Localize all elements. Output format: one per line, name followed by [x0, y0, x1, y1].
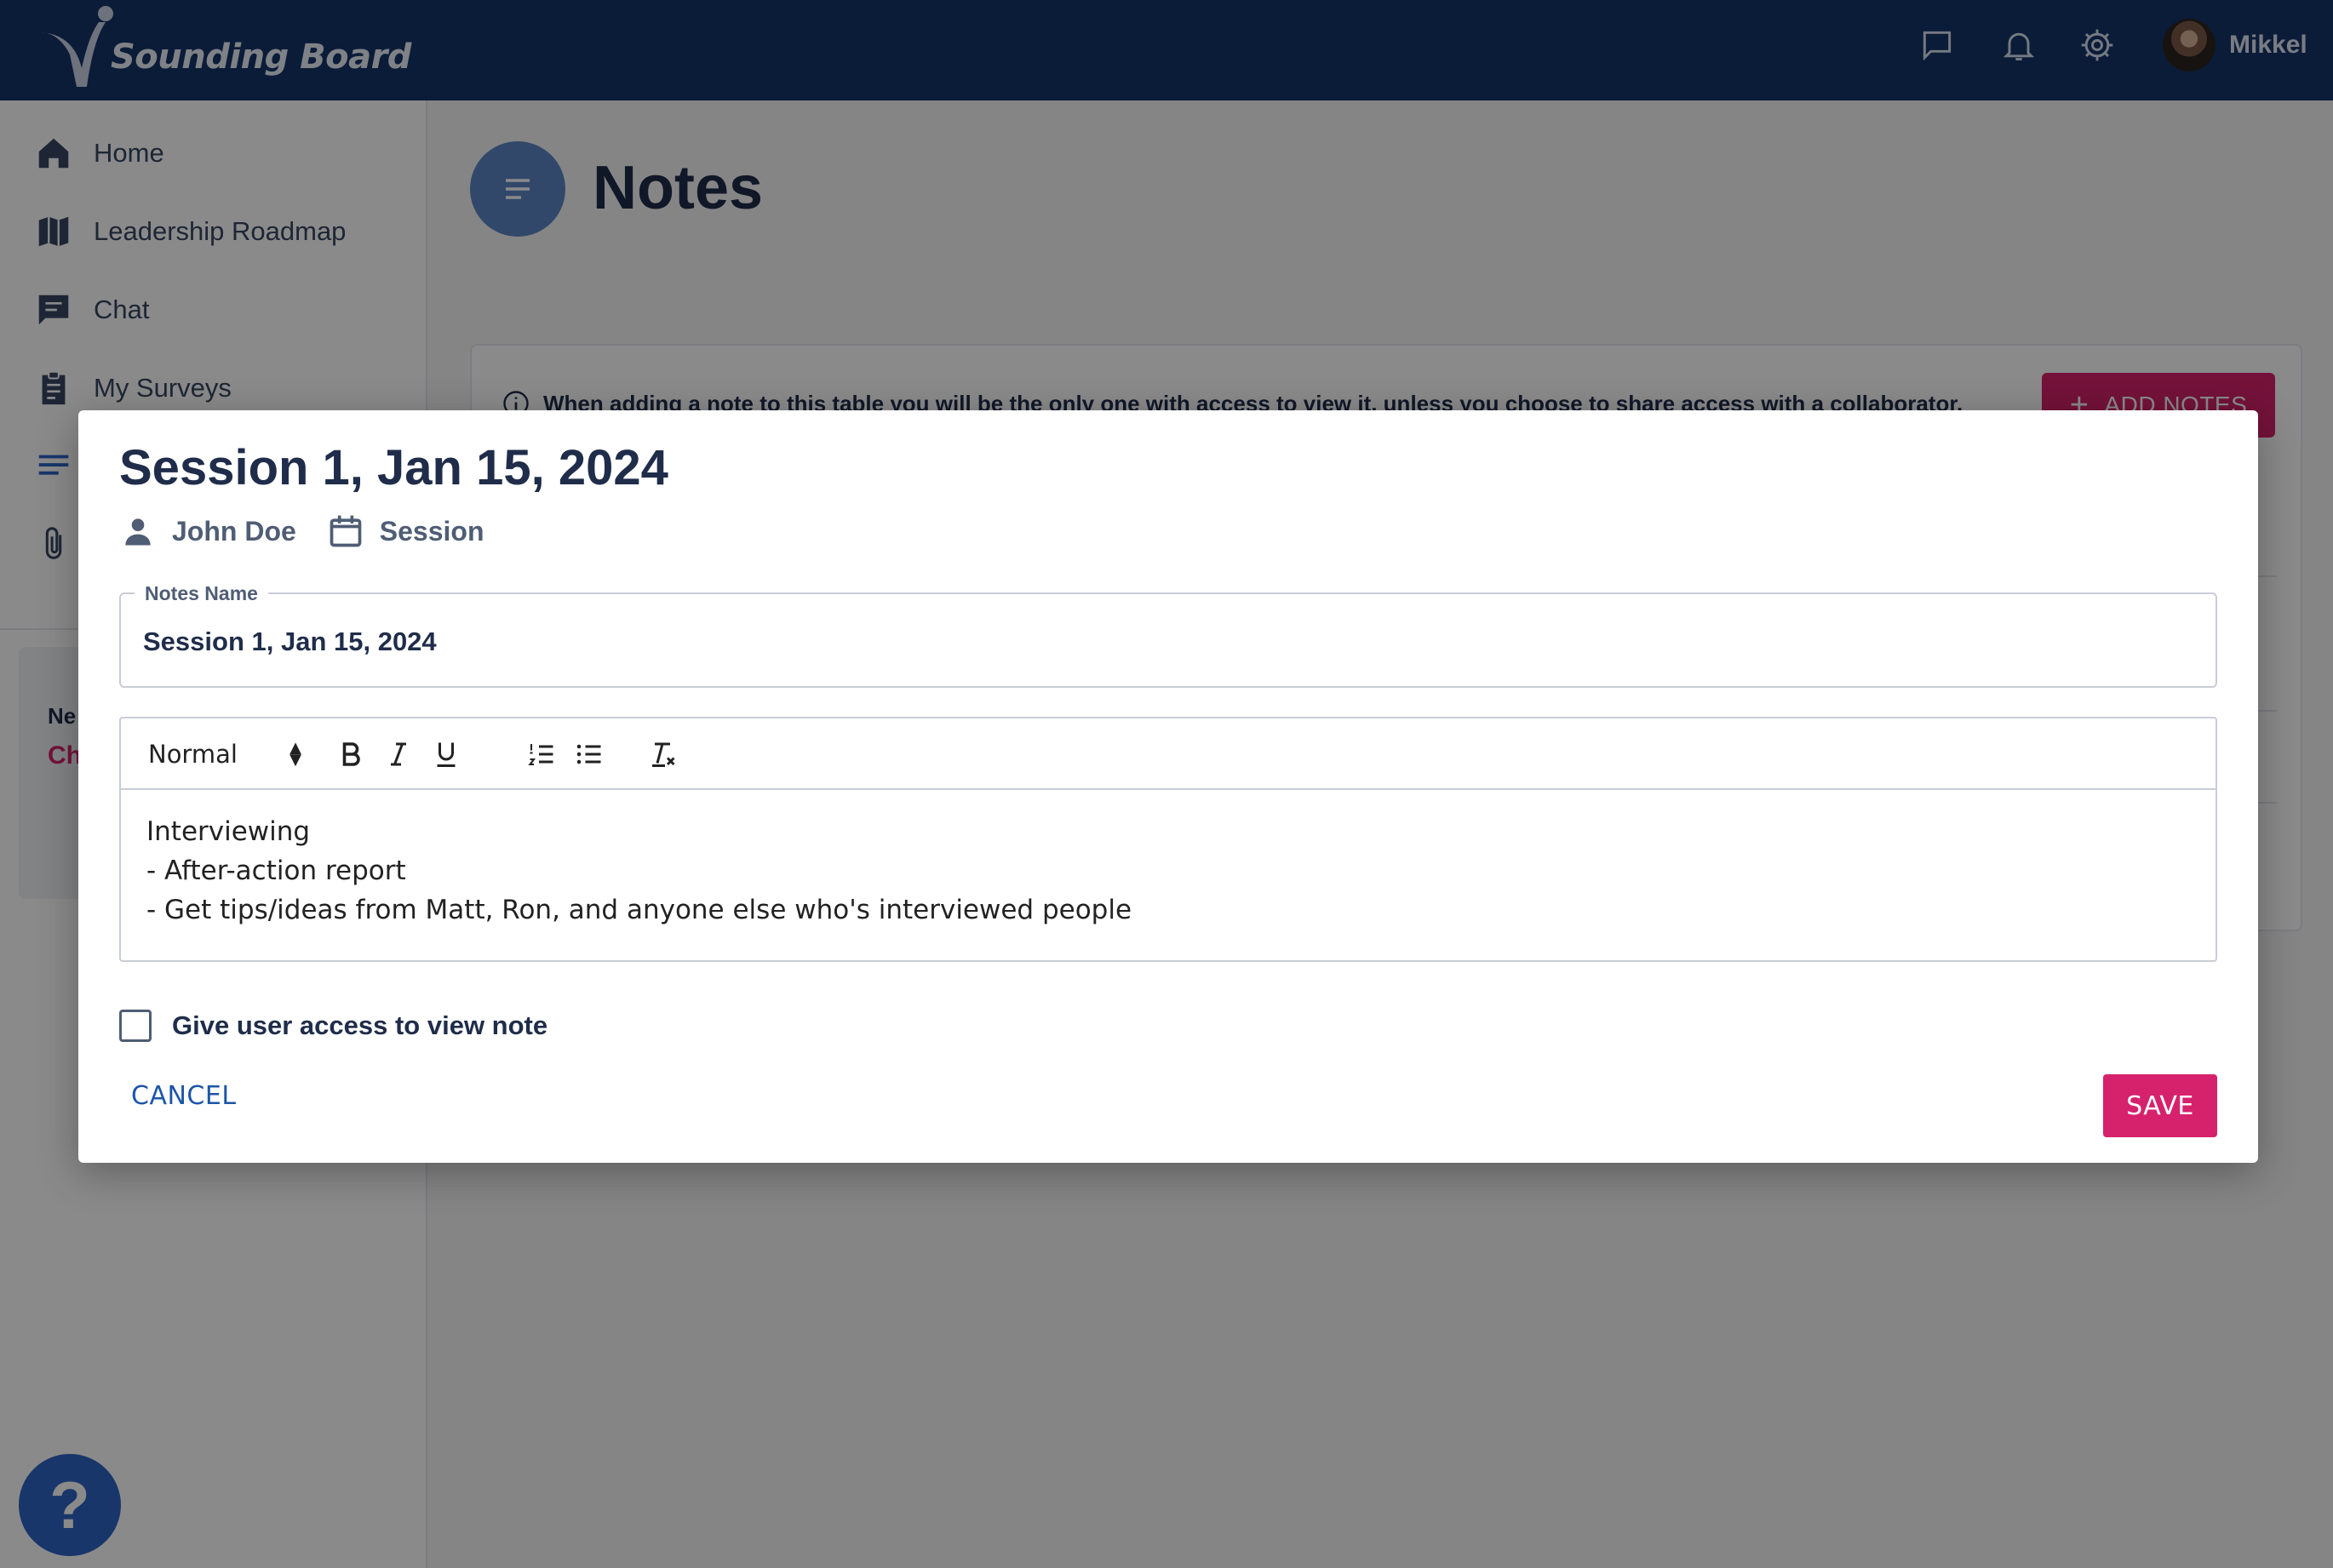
bullet-list-icon	[576, 744, 601, 764]
notes-name-input[interactable]	[143, 627, 2187, 657]
italic-icon	[391, 742, 406, 766]
clear-formatting-icon	[652, 742, 675, 767]
ordered-list-button[interactable]	[524, 737, 559, 771]
clear-formatting-button[interactable]	[645, 737, 679, 771]
format-select[interactable]: Normal ▲ ▼	[148, 737, 301, 771]
bold-button[interactable]	[334, 737, 368, 771]
editor-line: - Get tips/ideas from Matt, Ron, and any…	[146, 895, 1132, 925]
editor-line: Interviewing	[146, 816, 311, 847]
underline-icon	[437, 742, 456, 767]
editor-content[interactable]: Interviewing - After-action report - Get…	[121, 790, 2215, 952]
editor-toolbar: Normal ▲ ▼	[121, 718, 2215, 790]
select-arrows-icon: ▲ ▼	[289, 739, 301, 769]
save-button[interactable]: SAVE	[2103, 1074, 2217, 1137]
rich-text-editor: Normal ▲ ▼ Interviewing - After-action r…	[119, 717, 2217, 962]
edit-note-dialog: Session 1, Jan 15, 2024 John Doe Session…	[78, 410, 2258, 1163]
note-meta: John Doe Session	[119, 512, 484, 550]
cancel-button[interactable]: CANCEL	[131, 1081, 237, 1111]
underline-button[interactable]	[429, 737, 463, 771]
bullet-list-button[interactable]	[572, 737, 606, 771]
format-select-value: Normal	[148, 740, 238, 769]
meta-type: Session	[379, 515, 484, 547]
italic-button[interactable]	[381, 737, 416, 771]
give-access-checkbox[interactable]	[119, 1010, 152, 1042]
editor-line: - After-action report	[146, 856, 406, 886]
notes-name-label: Notes Name	[135, 582, 268, 605]
notes-name-field[interactable]: Notes Name	[119, 582, 2217, 688]
calendar-icon	[330, 515, 362, 547]
dialog-title: Session 1, Jan 15, 2024	[119, 440, 668, 495]
give-access-row[interactable]: Give user access to view note	[119, 1010, 547, 1042]
bold-icon	[342, 742, 360, 766]
give-access-label[interactable]: Give user access to view note	[172, 1010, 547, 1041]
person-icon	[125, 518, 151, 546]
ordered-list-icon	[528, 744, 553, 766]
meta-person: John Doe	[172, 515, 296, 547]
